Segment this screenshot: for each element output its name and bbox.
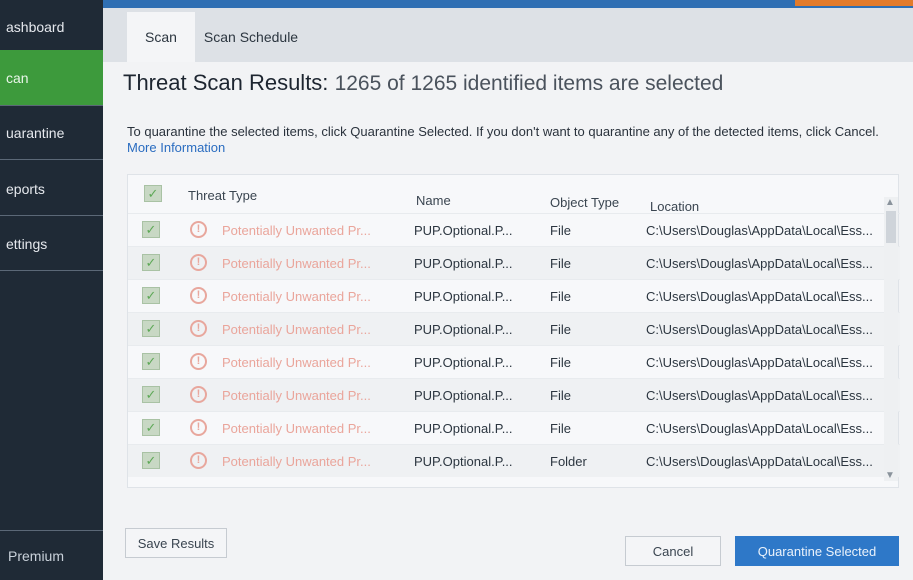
location-cell: C:\Users\Douglas\AppData\Local\Ess... [646,355,873,370]
row-checkbox[interactable]: ✓ [142,221,160,238]
scroll-up-icon[interactable]: ▲ [885,197,895,208]
table-row[interactable]: ✓! Potentially Unwanted Pr... PUP.Optional… [128,444,900,477]
sidebar-item-label: ettings [6,235,48,252]
warning-icon: ! [190,452,207,469]
warning-icon: ! [190,287,207,304]
sidebar-item-label: can [6,69,29,86]
object-type-cell: File [550,421,571,436]
table-header: ✓ Threat Type Name Object Type Location [128,175,900,214]
name-cell: PUP.Optional.P... [414,355,513,370]
location-cell: C:\Users\Douglas\AppData\Local\Ess... [646,256,873,271]
threat-type-cell: Potentially Unwanted Pr... [222,322,371,337]
object-type-cell: File [550,289,571,304]
name-cell: PUP.Optional.P... [414,421,513,436]
name-cell: PUP.Optional.P... [414,322,513,337]
row-checkbox[interactable]: ✓ [142,452,160,469]
scroll-thumb[interactable] [886,211,896,243]
more-information-link[interactable]: More Information [127,140,225,155]
selection-summary: 1265 of 1265 identified items are select… [334,72,724,95]
column-threat-type[interactable]: Threat Type [188,188,257,203]
warning-icon: ! [190,320,207,337]
name-cell: PUP.Optional.P... [414,223,513,238]
warning-icon: ! [190,419,207,436]
name-cell: PUP.Optional.P... [414,256,513,271]
instructions: To quarantine the selected items, click … [127,124,879,155]
quarantine-selected-button[interactable]: Quarantine Selected [735,536,899,566]
warning-icon: ! [190,386,207,403]
cancel-button[interactable]: Cancel [625,536,721,566]
table-row[interactable]: ✓! Potentially Unwanted Pr... PUP.Optional… [128,312,900,345]
threat-type-cell: Potentially Unwanted Pr... [222,355,371,370]
tab-scan[interactable]: Scan [127,12,195,62]
sidebar-item-label: uarantine [6,124,65,141]
name-cell: PUP.Optional.P... [414,454,513,469]
results-table: ✓ Threat Type Name Object Type Location … [127,174,900,488]
table-row[interactable]: ✓! Potentially Unwanted Pr... PUP.Optional… [128,246,900,279]
page-title: Threat Scan Results: 1265 of 1265 identi… [123,70,724,95]
select-all-checkbox[interactable]: ✓ [144,185,162,202]
column-name[interactable]: Name [416,193,451,208]
column-location[interactable]: Location [650,199,699,214]
sidebar-item-dashboard[interactable]: ashboard [0,0,103,54]
main-panel: Threat Scan Results: 1265 of 1265 identi… [103,62,913,580]
scroll-down-icon[interactable]: ▼ [885,470,895,481]
warning-icon: ! [190,254,207,271]
tab-bar: Scan Scan Schedule [103,8,913,62]
location-cell: C:\Users\Douglas\AppData\Local\Ess... [646,223,873,238]
row-checkbox[interactable]: ✓ [142,320,160,337]
object-type-cell: File [550,355,571,370]
table-row[interactable]: ✓! Potentially Unwanted Pr... PUP.Optional… [128,411,900,444]
object-type-cell: File [550,256,571,271]
location-cell: C:\Users\Douglas\AppData\Local\Ess... [646,289,873,304]
table-row[interactable]: ✓! Potentially Unwanted Pr... PUP.Optional… [128,213,900,246]
location-cell: C:\Users\Douglas\AppData\Local\Ess... [646,388,873,403]
table-scrollbar[interactable]: ▲ ▼ [884,197,898,481]
object-type-cell: File [550,322,571,337]
sidebar-divider [0,530,103,531]
save-results-button[interactable]: Save Results [125,528,227,558]
name-cell: PUP.Optional.P... [414,289,513,304]
sidebar-item-settings[interactable]: ettings [0,217,103,271]
object-type-cell: File [550,223,571,238]
threat-type-cell: Potentially Unwanted Pr... [222,256,371,271]
row-checkbox[interactable]: ✓ [142,386,160,403]
sidebar-item-label: ashboard [6,18,65,35]
warning-icon: ! [190,221,207,238]
row-checkbox[interactable]: ✓ [142,419,160,436]
location-cell: C:\Users\Douglas\AppData\Local\Ess... [646,421,873,436]
table-row[interactable]: ✓! Potentially Unwanted Pr... PUP.Optional… [128,345,900,378]
sidebar-item-scan[interactable]: can [0,50,103,106]
name-cell: PUP.Optional.P... [414,388,513,403]
object-type-cell: Folder [550,454,587,469]
table-row[interactable]: ✓! Potentially Unwanted Pr... PUP.Optional… [128,279,900,312]
threat-type-cell: Potentially Unwanted Pr... [222,388,371,403]
column-object-type[interactable]: Object Type [550,195,619,210]
tab-scan-schedule[interactable]: Scan Schedule [199,12,303,62]
sidebar-item-premium[interactable]: Premium [8,548,64,564]
sidebar-item-reports[interactable]: eports [0,162,103,216]
location-cell: C:\Users\Douglas\AppData\Local\Ess... [646,322,873,337]
threat-type-cell: Potentially Unwanted Pr... [222,421,371,436]
row-checkbox[interactable]: ✓ [142,287,160,304]
sidebar-item-label: eports [6,180,45,197]
object-type-cell: File [550,388,571,403]
top-accent-orange [795,0,913,6]
threat-type-cell: Potentially Unwanted Pr... [222,223,371,238]
threat-type-cell: Potentially Unwanted Pr... [222,289,371,304]
sidebar-item-quarantine[interactable]: uarantine [0,106,103,160]
threat-type-cell: Potentially Unwanted Pr... [222,454,371,469]
warning-icon: ! [190,353,207,370]
top-accent-bar [103,0,913,8]
row-checkbox[interactable]: ✓ [142,353,160,370]
table-row[interactable]: ✓! Potentially Unwanted Pr... PUP.Optional… [128,378,900,411]
location-cell: C:\Users\Douglas\AppData\Local\Ess... [646,454,873,469]
row-checkbox[interactable]: ✓ [142,254,160,271]
sidebar: ashboard can uarantine eports ettings Pr… [0,0,103,580]
